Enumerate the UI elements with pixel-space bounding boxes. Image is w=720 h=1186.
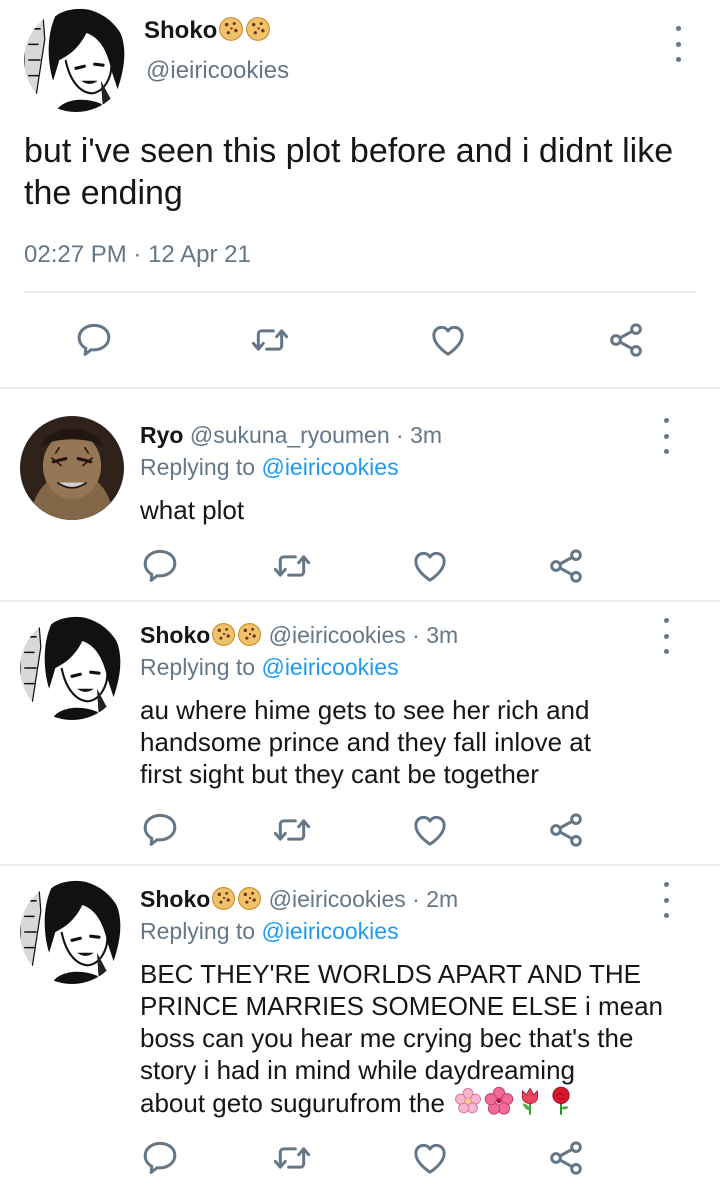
share-icon[interactable] xyxy=(606,320,646,360)
reply-text-line: au where hime gets to see her rich and xyxy=(140,695,590,725)
display-name[interactable]: Shoko xyxy=(140,886,210,912)
replying-to-label: Replying to xyxy=(140,918,256,944)
reply-text: au where hime gets to see her rich and h… xyxy=(140,694,710,790)
share-icon[interactable] xyxy=(546,546,586,586)
like-icon[interactable] xyxy=(410,1138,450,1178)
replying-to-link[interactable]: @ieiricookies xyxy=(261,918,398,944)
reply-header: Shoko @ieiricookies · 2m xyxy=(140,886,459,912)
reply-text: what plot xyxy=(140,495,245,525)
replying-to: Replying to @ieiricookies xyxy=(140,453,399,481)
avatar[interactable] xyxy=(20,616,124,720)
replying-to: Replying to @ieiricookies xyxy=(140,653,399,681)
replying-to: Replying to @ieiricookies xyxy=(140,917,399,945)
avatar[interactable] xyxy=(24,8,128,112)
replying-to-label: Replying to xyxy=(140,654,256,680)
more-options-icon[interactable] xyxy=(668,26,688,62)
cookie-emoji-icon xyxy=(218,16,244,42)
more-options-icon[interactable] xyxy=(656,882,676,918)
handle[interactable]: @ieiricookies xyxy=(269,622,406,648)
share-icon[interactable] xyxy=(546,1138,586,1178)
reply-icon[interactable] xyxy=(140,1138,180,1178)
tulip-icon xyxy=(515,1086,545,1116)
cookie-emoji-icon xyxy=(211,622,236,647)
reply-age: 3m xyxy=(426,622,459,648)
tweet-time: 02:27 PM xyxy=(24,241,127,268)
avatar[interactable] xyxy=(20,416,124,520)
cherry-blossom-icon xyxy=(453,1086,483,1116)
avatar-image xyxy=(20,880,124,984)
divider xyxy=(0,864,720,866)
avatar[interactable] xyxy=(20,880,124,984)
retweet-icon[interactable] xyxy=(272,1138,312,1178)
cookie-emoji-icon xyxy=(245,16,271,42)
reply-icon[interactable] xyxy=(140,810,180,850)
replying-to-label: Replying to xyxy=(140,454,256,480)
reply-text-line-last: about geto sugurufrom the xyxy=(140,1086,710,1119)
reply-icon[interactable] xyxy=(74,320,114,360)
display-name[interactable]: Ryo xyxy=(140,422,183,448)
tweet-text: but i've seen this plot before and i did… xyxy=(24,132,674,212)
replying-to-link[interactable]: @ieiricookies xyxy=(261,654,398,680)
avatar-image xyxy=(20,416,124,520)
reply-text-line: about geto sugurufrom the xyxy=(140,1088,445,1118)
avatar-image xyxy=(20,616,124,720)
like-icon[interactable] xyxy=(410,810,450,850)
reply-icon[interactable] xyxy=(140,546,180,586)
reply-age: 2m xyxy=(426,886,459,912)
avatar-image xyxy=(24,8,128,112)
reply-text-line: first sight but they cant be together xyxy=(140,759,539,789)
display-name[interactable]: Shoko xyxy=(140,622,210,648)
divider xyxy=(24,291,696,293)
cookie-emoji-icon xyxy=(211,886,236,911)
more-options-icon[interactable] xyxy=(656,618,676,654)
replying-to-link[interactable]: @ieiricookies xyxy=(261,454,398,480)
divider xyxy=(0,600,720,602)
divider xyxy=(0,387,720,389)
retweet-icon[interactable] xyxy=(272,810,312,850)
reply-header: Ryo @sukuna_ryoumen · 3m xyxy=(140,422,443,448)
reply-text-line: BEC THEY'RE WORLDS APART AND THE xyxy=(140,959,642,989)
rose-icon xyxy=(546,1086,576,1116)
retweet-icon[interactable] xyxy=(250,320,290,360)
cookie-emoji-icon xyxy=(237,622,262,647)
share-icon[interactable] xyxy=(546,810,586,850)
more-options-icon[interactable] xyxy=(656,418,676,454)
tweet-timestamp: 02:27 PM · 12 Apr 21 xyxy=(24,241,251,268)
handle[interactable]: @sukuna_ryoumen xyxy=(190,422,390,448)
like-icon[interactable] xyxy=(428,320,468,360)
reply-text-line: PRINCE MARRIES SOMEONE ELSE i mean xyxy=(140,991,664,1021)
tweet-date: 12 Apr 21 xyxy=(148,241,251,268)
cookie-emoji-icon xyxy=(237,886,262,911)
reply-text-line: handsome prince and they fall inlove at xyxy=(140,727,591,757)
retweet-icon[interactable] xyxy=(272,546,312,586)
display-name[interactable]: Shoko xyxy=(144,16,271,46)
reply-text-line: story i had in mind while daydreaming xyxy=(140,1055,575,1085)
display-name-text: Shoko xyxy=(144,17,218,44)
reply-text: BEC THEY'RE WORLDS APART AND THE PRINCE … xyxy=(140,958,710,1119)
handle[interactable]: @ieiricookies xyxy=(146,56,289,86)
hibiscus-icon xyxy=(484,1086,514,1116)
reply-age: 3m xyxy=(410,422,443,448)
reply-header: Shoko @ieiricookies · 3m xyxy=(140,622,459,648)
like-icon[interactable] xyxy=(410,546,450,586)
handle[interactable]: @ieiricookies xyxy=(269,886,406,912)
reply-text-line: boss can you hear me crying bec that's t… xyxy=(140,1023,634,1053)
